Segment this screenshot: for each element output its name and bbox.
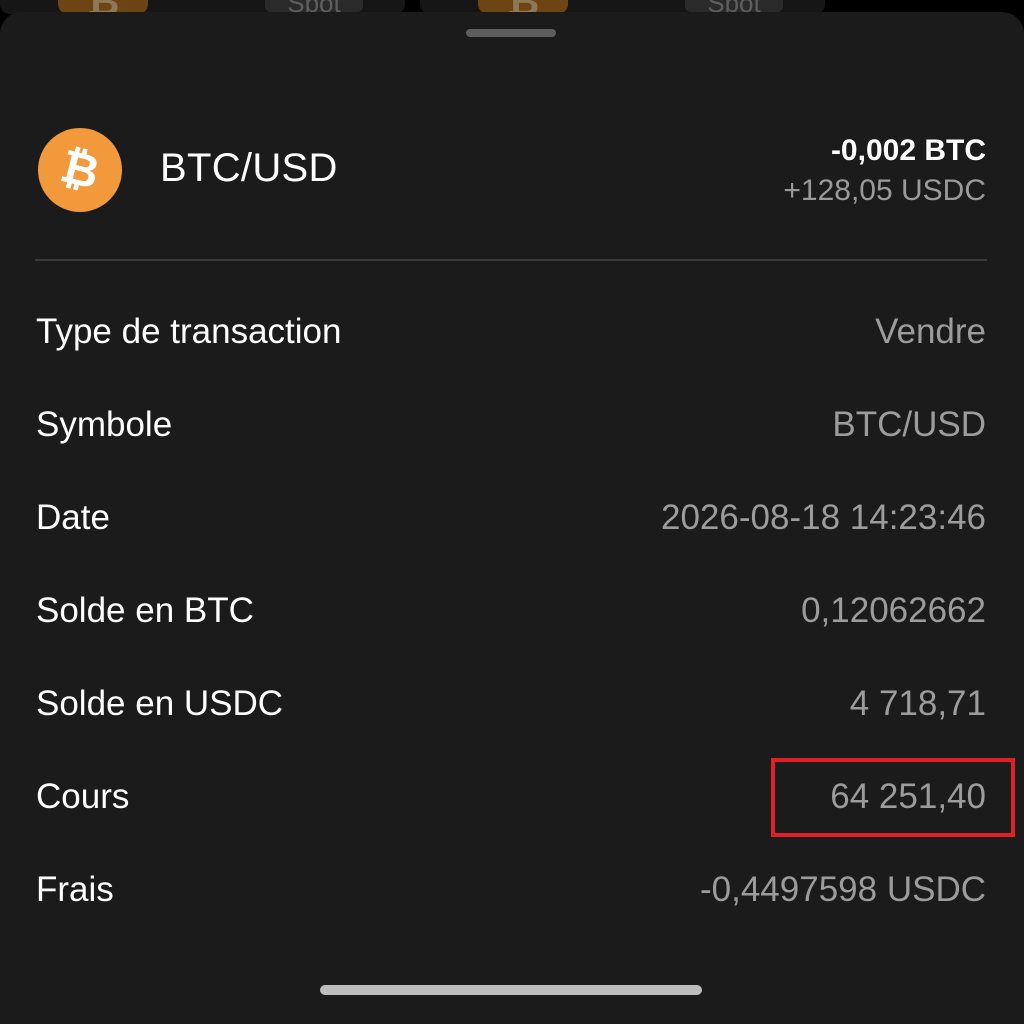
- detail-label: Frais: [36, 870, 114, 909]
- detail-value: 2026-08-18 14:23:46: [661, 498, 986, 537]
- transaction-detail-sheet: ₿ BTC/USD -0,002 BTC +128,05 USDC Type d…: [0, 12, 1024, 1024]
- detail-row-symbol: Symbole BTC/USD: [0, 393, 1024, 486]
- detail-label: Symbole: [36, 405, 173, 444]
- detail-value: BTC/USD: [832, 405, 986, 444]
- svg-text:₿: ₿: [56, 138, 105, 199]
- header-divider: [35, 259, 987, 261]
- detail-row-fees: Frais -0,4497598 USDC: [0, 858, 1024, 951]
- usdc-amount: +128,05 USDC: [783, 174, 986, 207]
- detail-row-usdc-balance: Solde en USDC 4 718,71: [0, 672, 1024, 765]
- transaction-details-list: Type de transaction Vendre Symbole BTC/U…: [0, 300, 1024, 951]
- btc-amount: -0,002 BTC: [830, 134, 986, 167]
- detail-label: Solde en USDC: [36, 684, 284, 723]
- detail-label: Type de transaction: [36, 312, 342, 351]
- detail-value: Vendre: [875, 312, 986, 351]
- detail-value: -0,4497598 USDC: [700, 870, 986, 909]
- trading-pair-title: BTC/USD: [160, 146, 338, 190]
- detail-row-date: Date 2026-08-18 14:23:46: [0, 486, 1024, 579]
- home-indicator[interactable]: [320, 985, 702, 995]
- detail-row-transaction-type: Type de transaction Vendre: [0, 300, 1024, 393]
- bitcoin-icon: ₿: [38, 128, 122, 212]
- detail-row-price: Cours 64 251,40: [0, 765, 1024, 858]
- detail-row-btc-balance: Solde en BTC 0,12062662: [0, 579, 1024, 672]
- detail-value: 4 718,71: [849, 684, 986, 723]
- detail-label: Cours: [36, 777, 130, 816]
- transaction-header: ₿ BTC/USD -0,002 BTC +128,05 USDC: [0, 12, 1024, 262]
- detail-label: Solde en BTC: [36, 591, 254, 630]
- market-type-tag: Spot: [685, 0, 783, 14]
- detail-label: Date: [36, 498, 110, 537]
- detail-value: 0,12062662: [801, 591, 986, 630]
- market-type-tag: Spot: [265, 0, 363, 14]
- detail-value: 64 251,40: [830, 777, 986, 816]
- screen: Spot Spot ₿ BTC/USD -0,002 BTC +128,05 U…: [0, 0, 1024, 1024]
